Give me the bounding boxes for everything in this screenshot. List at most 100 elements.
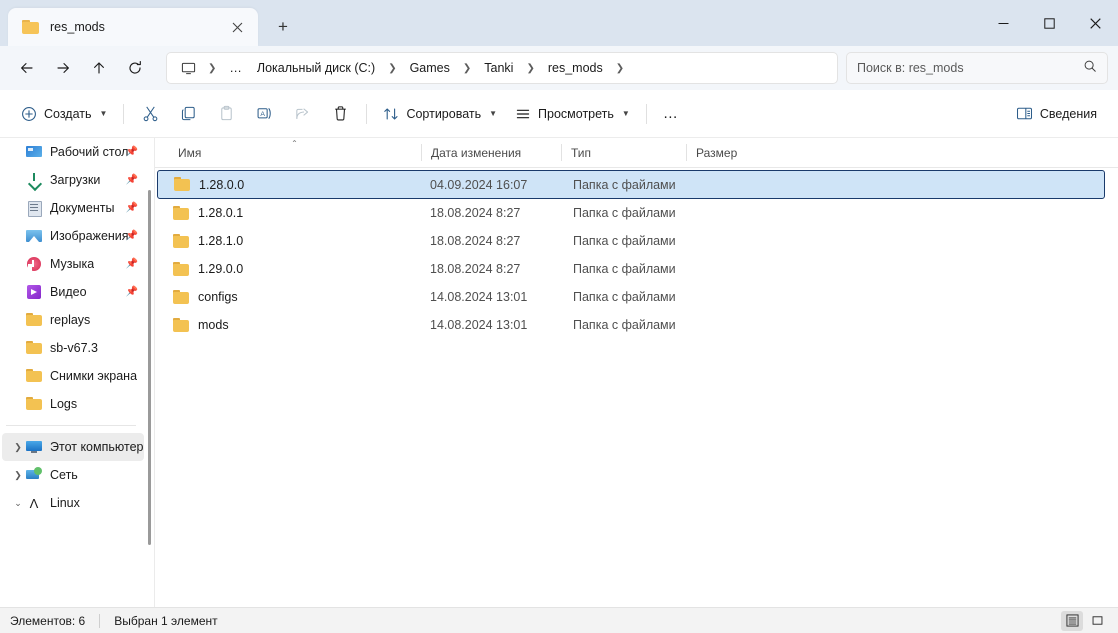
details-view-button[interactable] [1061,611,1083,631]
more-options-button[interactable]: … [654,98,688,130]
sidebar-item-документы[interactable]: ❯Документы📌 [2,194,144,222]
table-row[interactable]: 1.29.0.018.08.2024 8:27Папка с файлами [157,255,1105,283]
navigation-pane: ❯Рабочий стол📌❯Загрузки📌❯Документы📌❯Изоб… [0,138,155,607]
sort-button[interactable]: Сортировать ▼ [374,98,506,130]
view-button-label: Просмотреть [538,107,614,121]
breadcrumb-item-0[interactable]: Локальный диск (C:) [250,57,382,79]
table-row[interactable]: configs14.08.2024 13:01Папка с файлами [157,283,1105,311]
sidebar-scrollbar-thumb[interactable] [148,190,151,545]
sidebar-item-label: Видео [50,285,87,299]
sidebar-tree-label: Сеть [50,468,78,482]
new-button[interactable]: Создать ▼ [12,98,116,130]
close-tab-icon[interactable] [224,14,250,40]
file-name-label: 1.28.1.0 [198,234,243,248]
large-icons-view-button[interactable] [1086,611,1108,631]
sort-icon [383,106,399,122]
file-name-label: configs [198,290,238,304]
forward-button[interactable] [46,52,80,84]
toolbar-divider [366,104,367,124]
chevron-down-icon[interactable]: ⌄ [10,498,26,509]
sidebar-tree-item-этот-компьютер[interactable]: ❯ Этот компьютер [2,433,144,461]
breadcrumb-item-3[interactable]: res_mods [541,57,610,79]
chevron-right-icon[interactable]: ❯ [10,470,26,481]
sidebar-item-sb-v67-3[interactable]: ❯sb-v67.3 [2,334,144,362]
delete-button[interactable] [321,98,359,130]
folder-icon [26,340,42,356]
sidebar-item-replays[interactable]: ❯replays [2,306,144,334]
column-header-3[interactable]: Размер [686,138,764,167]
chevron-right-icon[interactable]: ❯ [10,442,26,453]
table-row[interactable]: mods14.08.2024 13:01Папка с файлами [157,311,1105,339]
sidebar-item-рабочий-стол[interactable]: ❯Рабочий стол📌 [2,138,144,166]
sidebar-tree-item-linux[interactable]: ⌄ΛLinux [2,489,144,517]
sidebar-tree-item-сеть[interactable]: ❯ Сеть [2,461,144,489]
sidebar-item-label: Logs [50,397,77,411]
status-divider [99,614,100,628]
close-window-button[interactable] [1072,0,1118,46]
file-name-label: 1.28.0.0 [199,178,244,192]
table-row[interactable]: 1.28.0.118.08.2024 8:27Папка с файлами [157,199,1105,227]
breadcrumb-item-2[interactable]: Tanki [477,57,520,79]
pin-icon[interactable]: 📌 [126,231,138,242]
drive-tree-list: ❯ Этот компьютер ❯ Сеть ⌄ΛLinux [0,433,146,517]
back-button[interactable] [10,52,44,84]
column-header-row: ⌃ИмяДата изменения Тип Размер [155,138,1118,168]
scissors-icon [142,105,159,122]
column-header-0[interactable]: ⌃Имя [168,138,421,167]
folder-icon [174,177,190,192]
copy-button[interactable] [169,98,207,130]
pin-icon[interactable]: 📌 [126,259,138,270]
pin-icon[interactable]: 📌 [126,203,138,214]
minimize-button[interactable] [980,0,1026,46]
breadcrumb-overflow[interactable]: … [222,57,249,79]
new-tab-button[interactable]: + [268,12,298,42]
table-row[interactable]: 1.28.0.004.09.2024 16:07Папка с файлами [157,170,1105,199]
view-button[interactable]: Просмотреть ▼ [506,98,639,130]
refresh-button[interactable] [118,52,152,84]
cut-button[interactable] [131,98,169,130]
sort-button-label: Сортировать [406,107,481,121]
sidebar-item-logs[interactable]: ❯Logs [2,390,144,418]
up-button[interactable] [82,52,116,84]
column-header-1[interactable]: Дата изменения [421,138,561,167]
column-header-label: Размер [696,146,737,160]
pin-icon[interactable]: 📌 [126,175,138,186]
chevron-right-icon: ❯ [611,63,629,74]
sidebar-item-label: Рабочий стол [50,145,128,159]
sidebar-item-label: replays [50,313,90,327]
pin-icon[interactable]: 📌 [126,147,138,158]
sidebar-tree-label: Этот компьютер [50,440,143,454]
details-pane-button[interactable]: Сведения [1007,98,1106,130]
maximize-button[interactable] [1026,0,1072,46]
tab-res-mods[interactable]: res_mods [8,8,258,46]
large-icons-view-icon [1091,614,1104,627]
linux-icon: Λ [26,495,42,511]
column-header-label: Имя [178,146,201,160]
this-pc-icon[interactable] [175,58,202,79]
sidebar-item-снимки-экрана[interactable]: ❯Снимки экрана [2,362,144,390]
rename-button[interactable]: A [245,98,283,130]
sidebar-item-видео[interactable]: ❯Видео📌 [2,278,144,306]
file-type-cell: Папка с файлами [563,318,688,332]
more-options-label: … [663,109,679,119]
file-type-cell: Папка с файлами [563,178,688,192]
column-header-label: Тип [571,146,591,160]
file-modified-cell: 18.08.2024 8:27 [423,234,563,248]
file-name-cell: configs [170,290,423,305]
share-button[interactable] [283,98,321,130]
sidebar-item-музыка[interactable]: ❯Музыка📌 [2,250,144,278]
sidebar-item-изображения[interactable]: ❯Изображения📌 [2,222,144,250]
column-header-2[interactable]: Тип [561,138,686,167]
pin-icon[interactable]: 📌 [126,287,138,298]
chevron-right-icon: ❯ [521,63,539,74]
sidebar-item-загрузки[interactable]: ❯Загрузки📌 [2,166,144,194]
search-input[interactable] [857,61,1083,75]
breadcrumb-item-1[interactable]: Games [403,57,457,79]
sidebar-scroll-area: ❯Рабочий стол📌❯Загрузки📌❯Документы📌❯Изоб… [0,138,146,607]
table-row[interactable]: 1.28.1.018.08.2024 8:27Папка с файлами [157,227,1105,255]
search-box[interactable] [846,52,1108,84]
paste-button[interactable] [207,98,245,130]
folder-icon [173,234,189,249]
download-icon [26,172,42,188]
address-bar[interactable]: ❯ … Локальный диск (C:) ❯ Games ❯ Tanki … [166,52,838,84]
